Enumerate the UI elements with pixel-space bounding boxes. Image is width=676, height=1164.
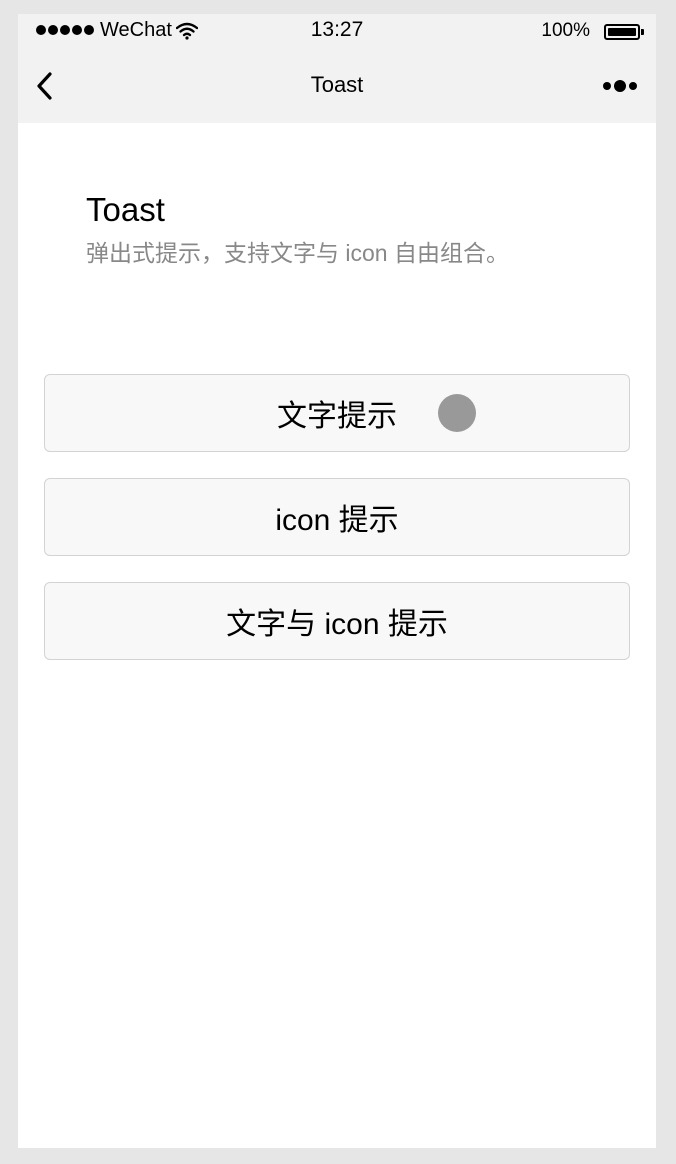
text-toast-button[interactable]: 文字提示 [44,374,630,452]
page-title: Toast [86,191,165,228]
battery-fill [608,28,636,36]
battery-percent: 100% [541,20,590,41]
battery-cap [641,29,644,35]
touch-indicator [438,394,476,432]
battery-icon [604,24,640,40]
nav-title: Toast [310,72,364,97]
page-description: 弹出式提示，支持文字与 icon 自由组合。 [86,240,509,266]
phone-screen: WeChat 13:27 100% Toast Toast 弹出式提示，支持文字… [18,14,656,1148]
text-icon-toast-button[interactable]: 文字与 icon 提示 [44,582,630,660]
status-bar: WeChat 13:27 100% [18,14,656,50]
page-header: Toast 弹出式提示，支持文字与 icon 自由组合。 [86,190,509,268]
more-button[interactable] [600,76,640,96]
more-dots-icon [614,80,626,92]
more-dot [603,82,611,90]
navigation-bar: Toast [18,50,656,123]
icon-toast-button[interactable]: icon 提示 [44,478,630,556]
more-dot [629,82,637,90]
